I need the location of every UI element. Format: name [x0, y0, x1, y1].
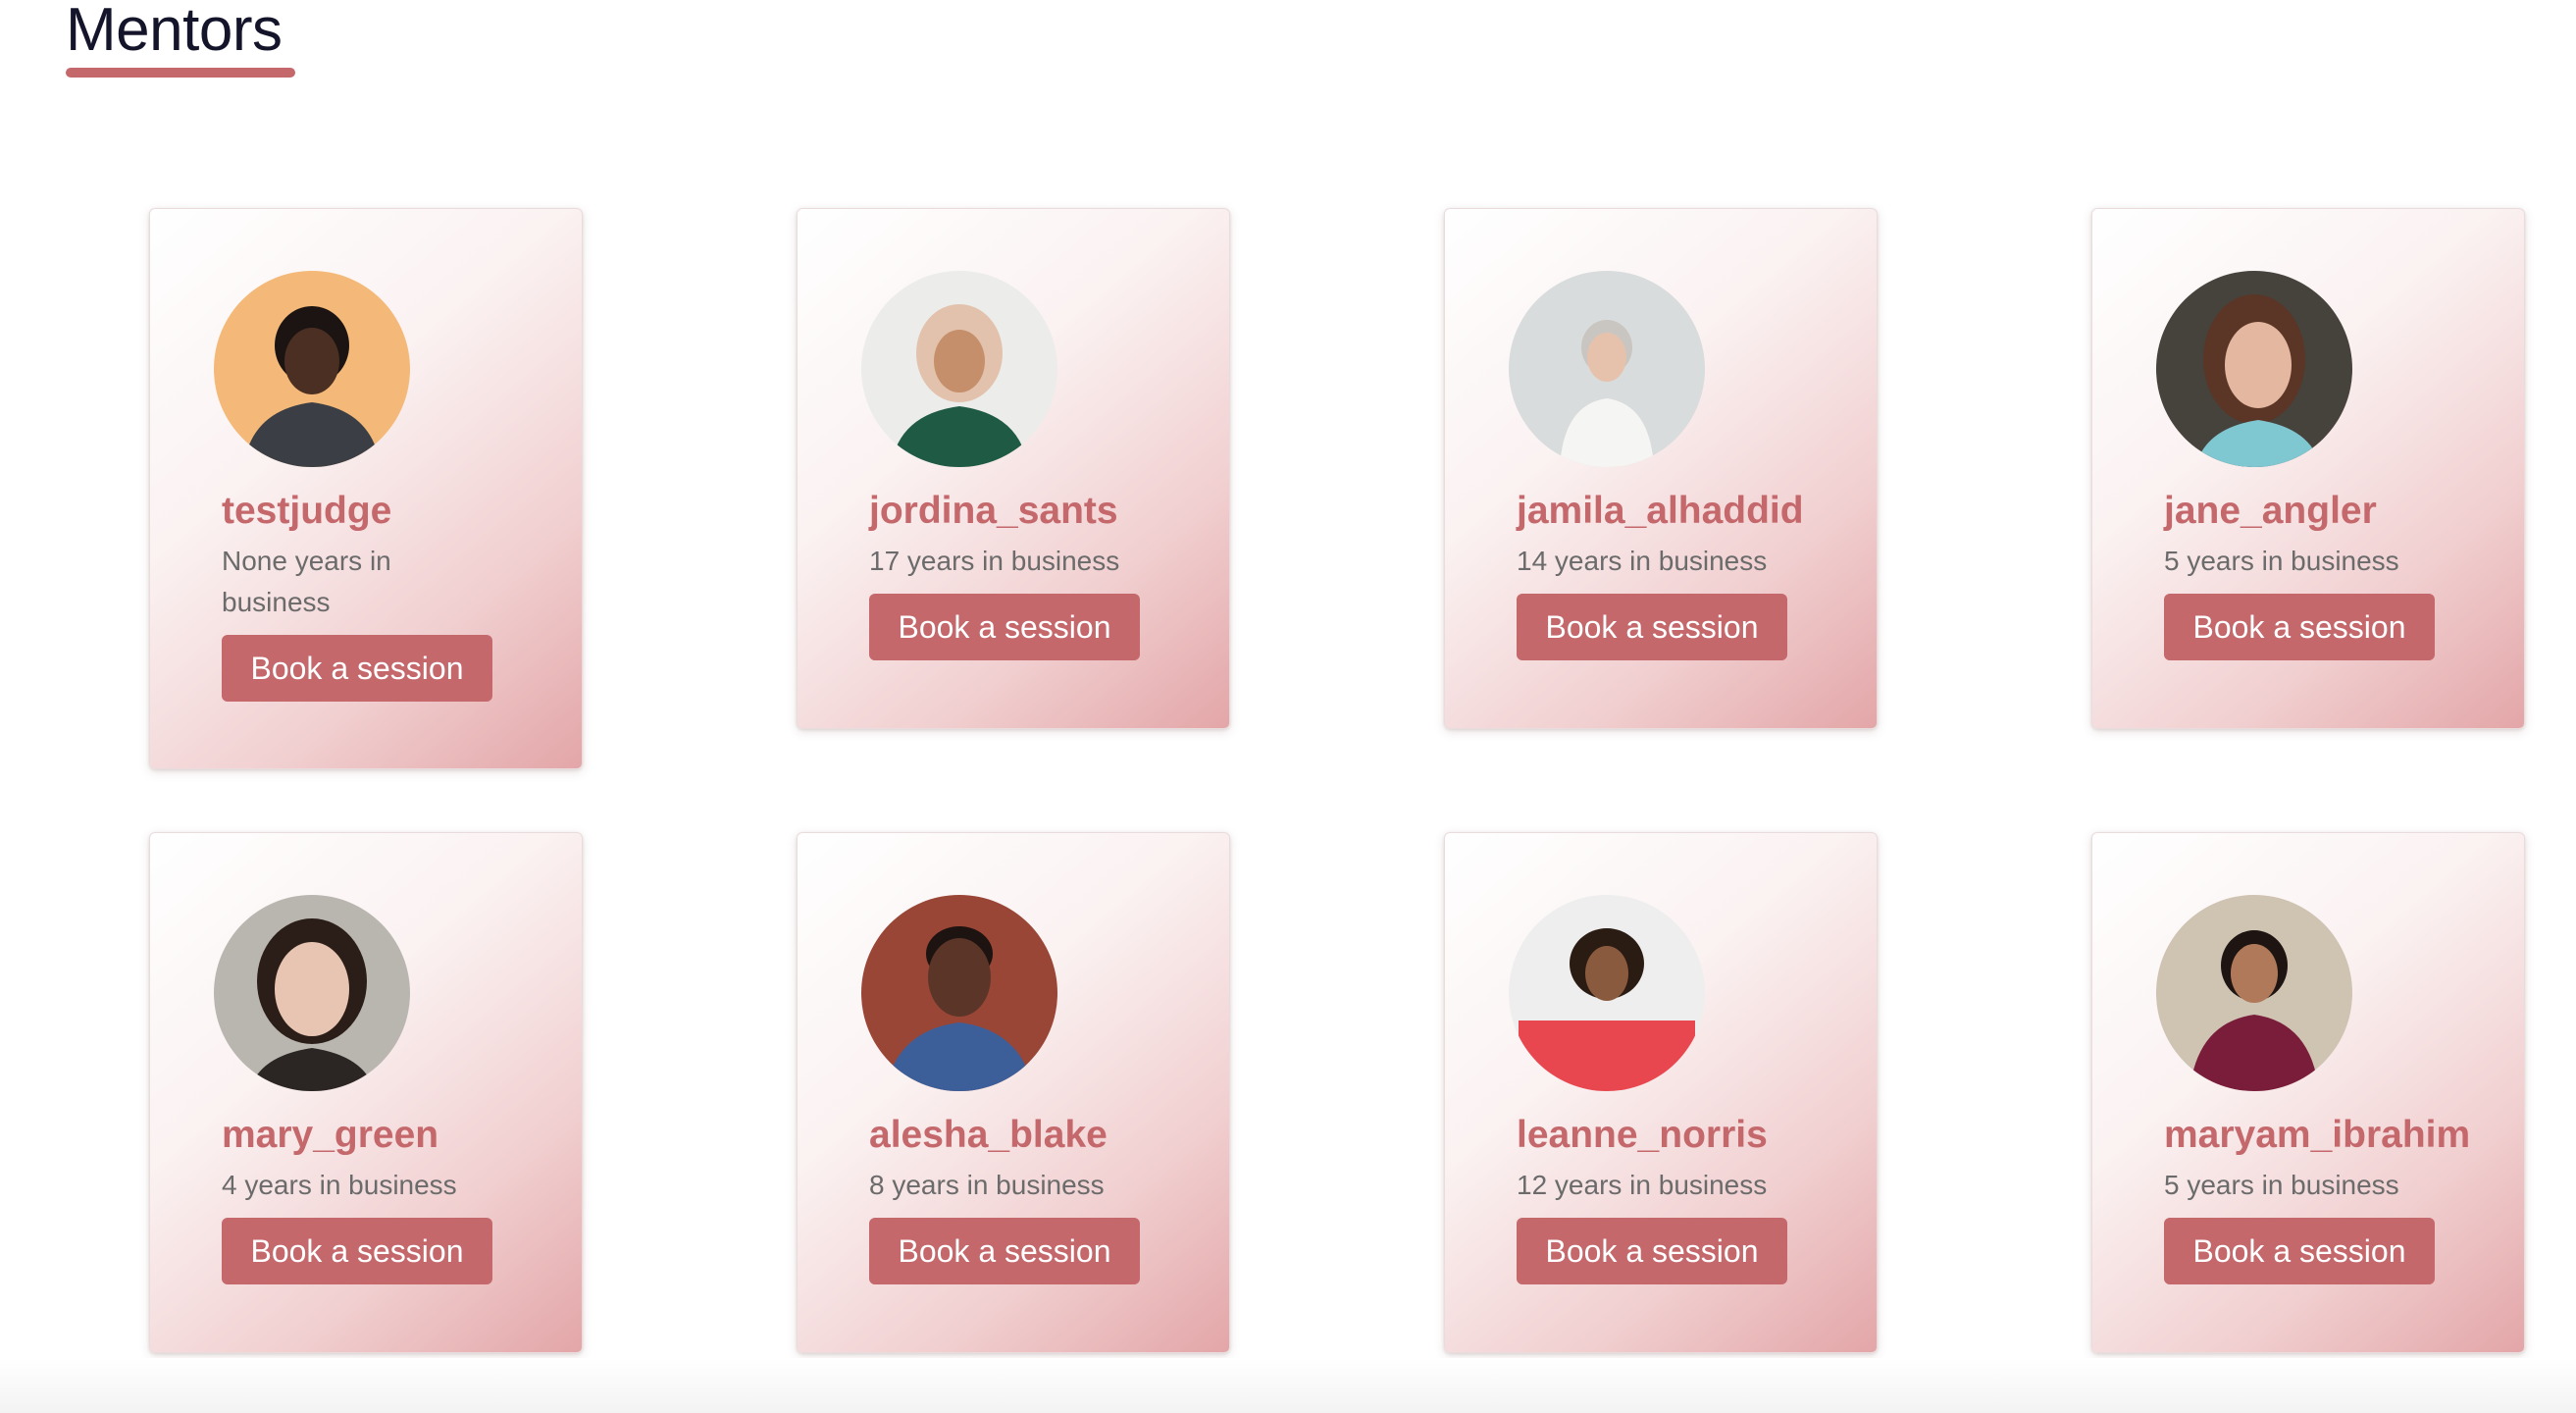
page-bottom-edge [0, 1358, 2576, 1413]
book-session-button[interactable]: Book a session [1517, 1218, 1787, 1284]
mentor-card: testjudge None years in business Book a … [149, 208, 583, 769]
mentor-name: jane_angler [2164, 490, 2377, 532]
mentor-name: mary_green [222, 1114, 439, 1156]
mentor-avatar [1509, 895, 1705, 1091]
mentor-name: testjudge [222, 490, 392, 532]
mentor-avatar [861, 895, 1057, 1091]
mentor-years: None years in business [222, 546, 391, 617]
mentor-years: 14 years in business [1517, 546, 1768, 576]
mentor-name: jamila_alhaddid [1517, 490, 1804, 532]
mentor-avatar [2156, 895, 2352, 1091]
mentor-years: 4 years in business [222, 1170, 457, 1200]
mentor-card: alesha_blake 8 years in business Book a … [797, 832, 1230, 1353]
book-session-button[interactable]: Book a session [1517, 594, 1787, 660]
mentor-avatar [214, 271, 410, 467]
mentor-name: leanne_norris [1517, 1114, 1768, 1156]
book-session-button[interactable]: Book a session [222, 635, 492, 702]
mentors-page: Mentors testjudge None years in business… [0, 0, 2576, 1413]
book-session-button[interactable]: Book a session [869, 594, 1140, 660]
mentor-years: 5 years in business [2164, 546, 2399, 576]
mentor-avatar [2156, 271, 2352, 467]
mentor-years: 17 years in business [869, 546, 1120, 576]
book-session-button[interactable]: Book a session [2164, 1218, 2435, 1284]
mentor-avatar [214, 895, 410, 1091]
mentor-years: 5 years in business [2164, 1170, 2399, 1200]
mentor-card: mary_green 4 years in business Book a se… [149, 832, 583, 1353]
mentor-avatar [1509, 271, 1705, 467]
mentor-card: jamila_alhaddid 14 years in business Boo… [1444, 208, 1878, 729]
book-session-button[interactable]: Book a session [2164, 594, 2435, 660]
mentor-name: jordina_sants [869, 490, 1118, 532]
mentor-name: alesha_blake [869, 1114, 1108, 1156]
mentor-card: jordina_sants 17 years in business Book … [797, 208, 1230, 729]
mentor-card: jane_angler 5 years in business Book a s… [2091, 208, 2525, 729]
mentor-years: 8 years in business [869, 1170, 1105, 1200]
mentor-card: leanne_norris 12 years in business Book … [1444, 832, 1878, 1353]
book-session-button[interactable]: Book a session [222, 1218, 492, 1284]
mentor-name: maryam_ibrahim [2164, 1114, 2471, 1156]
mentor-card-grid: testjudge None years in business Book a … [0, 0, 2576, 1413]
book-session-button[interactable]: Book a session [869, 1218, 1140, 1284]
mentor-years: 12 years in business [1517, 1170, 1768, 1200]
mentor-avatar [861, 271, 1057, 467]
mentor-card: maryam_ibrahim 5 years in business Book … [2091, 832, 2525, 1353]
